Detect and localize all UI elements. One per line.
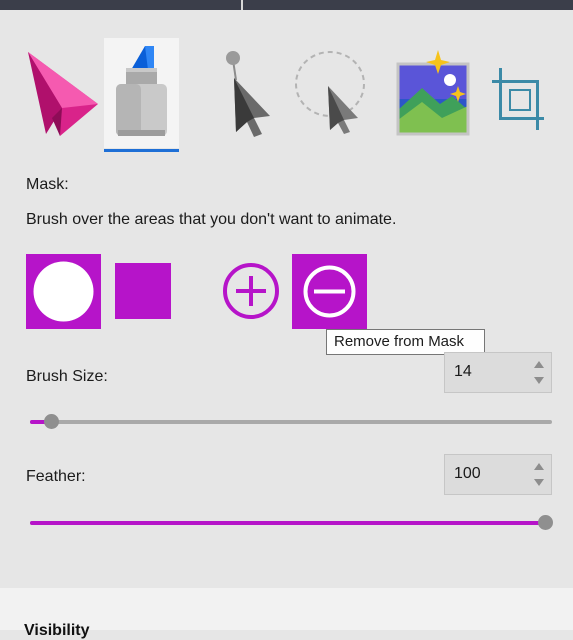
brush-size-value: 14: [454, 363, 472, 380]
tool-crop[interactable]: [484, 38, 550, 148]
tool-anchor-point[interactable]: [214, 38, 276, 148]
square-brush-icon: [115, 263, 171, 319]
slider-track: [30, 420, 552, 424]
plus-circle-icon: [223, 263, 279, 319]
spin-up-icon[interactable]: [533, 461, 545, 473]
feather-label: Feather:: [26, 468, 86, 485]
circle-brush-icon: [26, 254, 101, 329]
slider-thumb[interactable]: [44, 414, 59, 429]
slider-fill: [30, 521, 545, 525]
minus-circle-icon: [292, 254, 367, 329]
top-bar-divider: [241, 0, 243, 10]
anchor-pointer-icon: [226, 51, 270, 137]
tool-selection[interactable]: [22, 38, 102, 148]
spin-down-icon[interactable]: [533, 374, 545, 386]
spin-up-icon[interactable]: [533, 359, 545, 371]
tool-strip: [0, 38, 573, 152]
feather-spinbox[interactable]: 100: [444, 454, 552, 495]
brush-size-slider[interactable]: [30, 410, 552, 432]
brush-size-label: Brush Size:: [26, 368, 108, 385]
add-to-mask-button[interactable]: [222, 262, 280, 320]
slider-thumb[interactable]: [538, 515, 553, 530]
spin-down-icon[interactable]: [533, 476, 545, 488]
visibility-section-title: Visibility: [24, 622, 90, 639]
motion-path-icon: [295, 51, 365, 134]
mask-description: Brush over the areas that you don't want…: [26, 211, 397, 228]
tool-mask[interactable]: [104, 38, 179, 152]
mask-label: Mask:: [26, 176, 69, 193]
square-brush-button[interactable]: [115, 263, 171, 319]
brush-marker-icon: [116, 46, 167, 136]
tool-motion-path[interactable]: [288, 38, 370, 148]
window-top-bar: [0, 0, 573, 10]
selected-tool-underline: [104, 149, 179, 152]
remove-from-mask-button[interactable]: [292, 254, 367, 329]
brush-size-spinbox[interactable]: 14: [444, 352, 552, 393]
paper-plane-icon: [28, 52, 98, 136]
image-sparkle-icon: [396, 50, 470, 136]
crop-icon: [492, 68, 544, 130]
feather-slider[interactable]: [30, 511, 553, 533]
feather-value: 100: [454, 465, 481, 482]
tool-image-adjust[interactable]: [392, 38, 472, 148]
circle-brush-button[interactable]: [26, 254, 101, 329]
